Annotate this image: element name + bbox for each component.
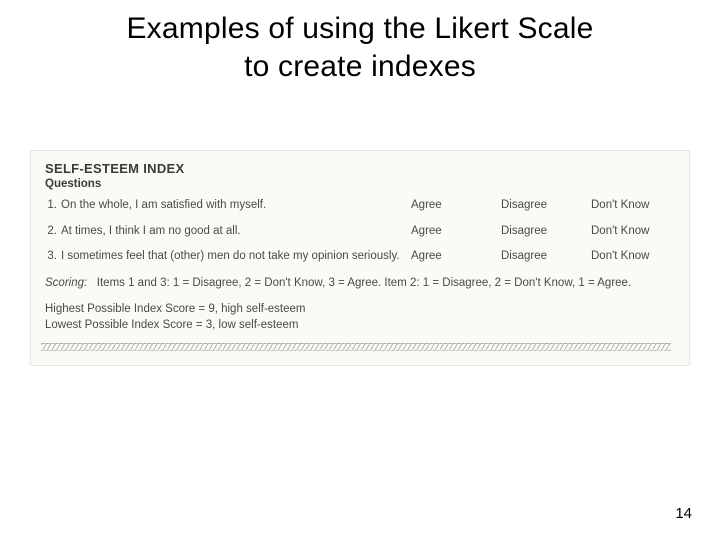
option-disagree: Disagree xyxy=(501,198,581,214)
question-row: 2. At times, I think I am no good at all… xyxy=(41,224,671,240)
option-dont-know: Don't Know xyxy=(591,198,671,214)
highest-score: Highest Possible Index Score = 9, high s… xyxy=(45,301,671,317)
title-line-1: Examples of using the Likert Scale xyxy=(126,12,593,45)
score-bounds: Highest Possible Index Score = 9, high s… xyxy=(45,301,671,333)
index-title: SELF-ESTEEM INDEX xyxy=(45,161,671,176)
question-options: Agree Disagree Don't Know xyxy=(411,198,671,214)
decorative-divider xyxy=(41,343,671,351)
option-disagree: Disagree xyxy=(501,249,581,265)
question-text: On the whole, I am satisfied with myself… xyxy=(61,198,411,214)
option-agree: Agree xyxy=(411,224,491,240)
question-row: 1. On the whole, I am satisfied with mys… xyxy=(41,198,671,214)
question-number: 3. xyxy=(41,249,61,265)
question-options: Agree Disagree Don't Know xyxy=(411,224,671,240)
question-number: 1. xyxy=(41,198,61,214)
option-disagree: Disagree xyxy=(501,224,581,240)
title-line-2: to create indexes xyxy=(244,50,476,83)
scanned-excerpt: SELF-ESTEEM INDEX Questions 1. On the wh… xyxy=(30,150,690,366)
scoring-label: Scoring: xyxy=(45,277,87,289)
slide-title: Examples of using the Likert Scale to cr… xyxy=(0,0,720,85)
slide: Examples of using the Likert Scale to cr… xyxy=(0,0,720,540)
page-number: 14 xyxy=(675,505,692,522)
option-agree: Agree xyxy=(411,249,491,265)
option-agree: Agree xyxy=(411,198,491,214)
scoring-text: Items 1 and 3: 1 = Disagree, 2 = Don't K… xyxy=(97,277,631,289)
question-row: 3. I sometimes feel that (other) men do … xyxy=(41,249,671,265)
question-number: 2. xyxy=(41,224,61,240)
option-dont-know: Don't Know xyxy=(591,249,671,265)
question-options: Agree Disagree Don't Know xyxy=(411,249,671,265)
scoring-note: Scoring: Items 1 and 3: 1 = Disagree, 2 … xyxy=(45,275,671,291)
lowest-score: Lowest Possible Index Score = 3, low sel… xyxy=(45,317,671,333)
question-text: I sometimes feel that (other) men do not… xyxy=(61,249,411,265)
option-dont-know: Don't Know xyxy=(591,224,671,240)
questions-label: Questions xyxy=(45,178,671,190)
question-text: At times, I think I am no good at all. xyxy=(61,224,411,240)
